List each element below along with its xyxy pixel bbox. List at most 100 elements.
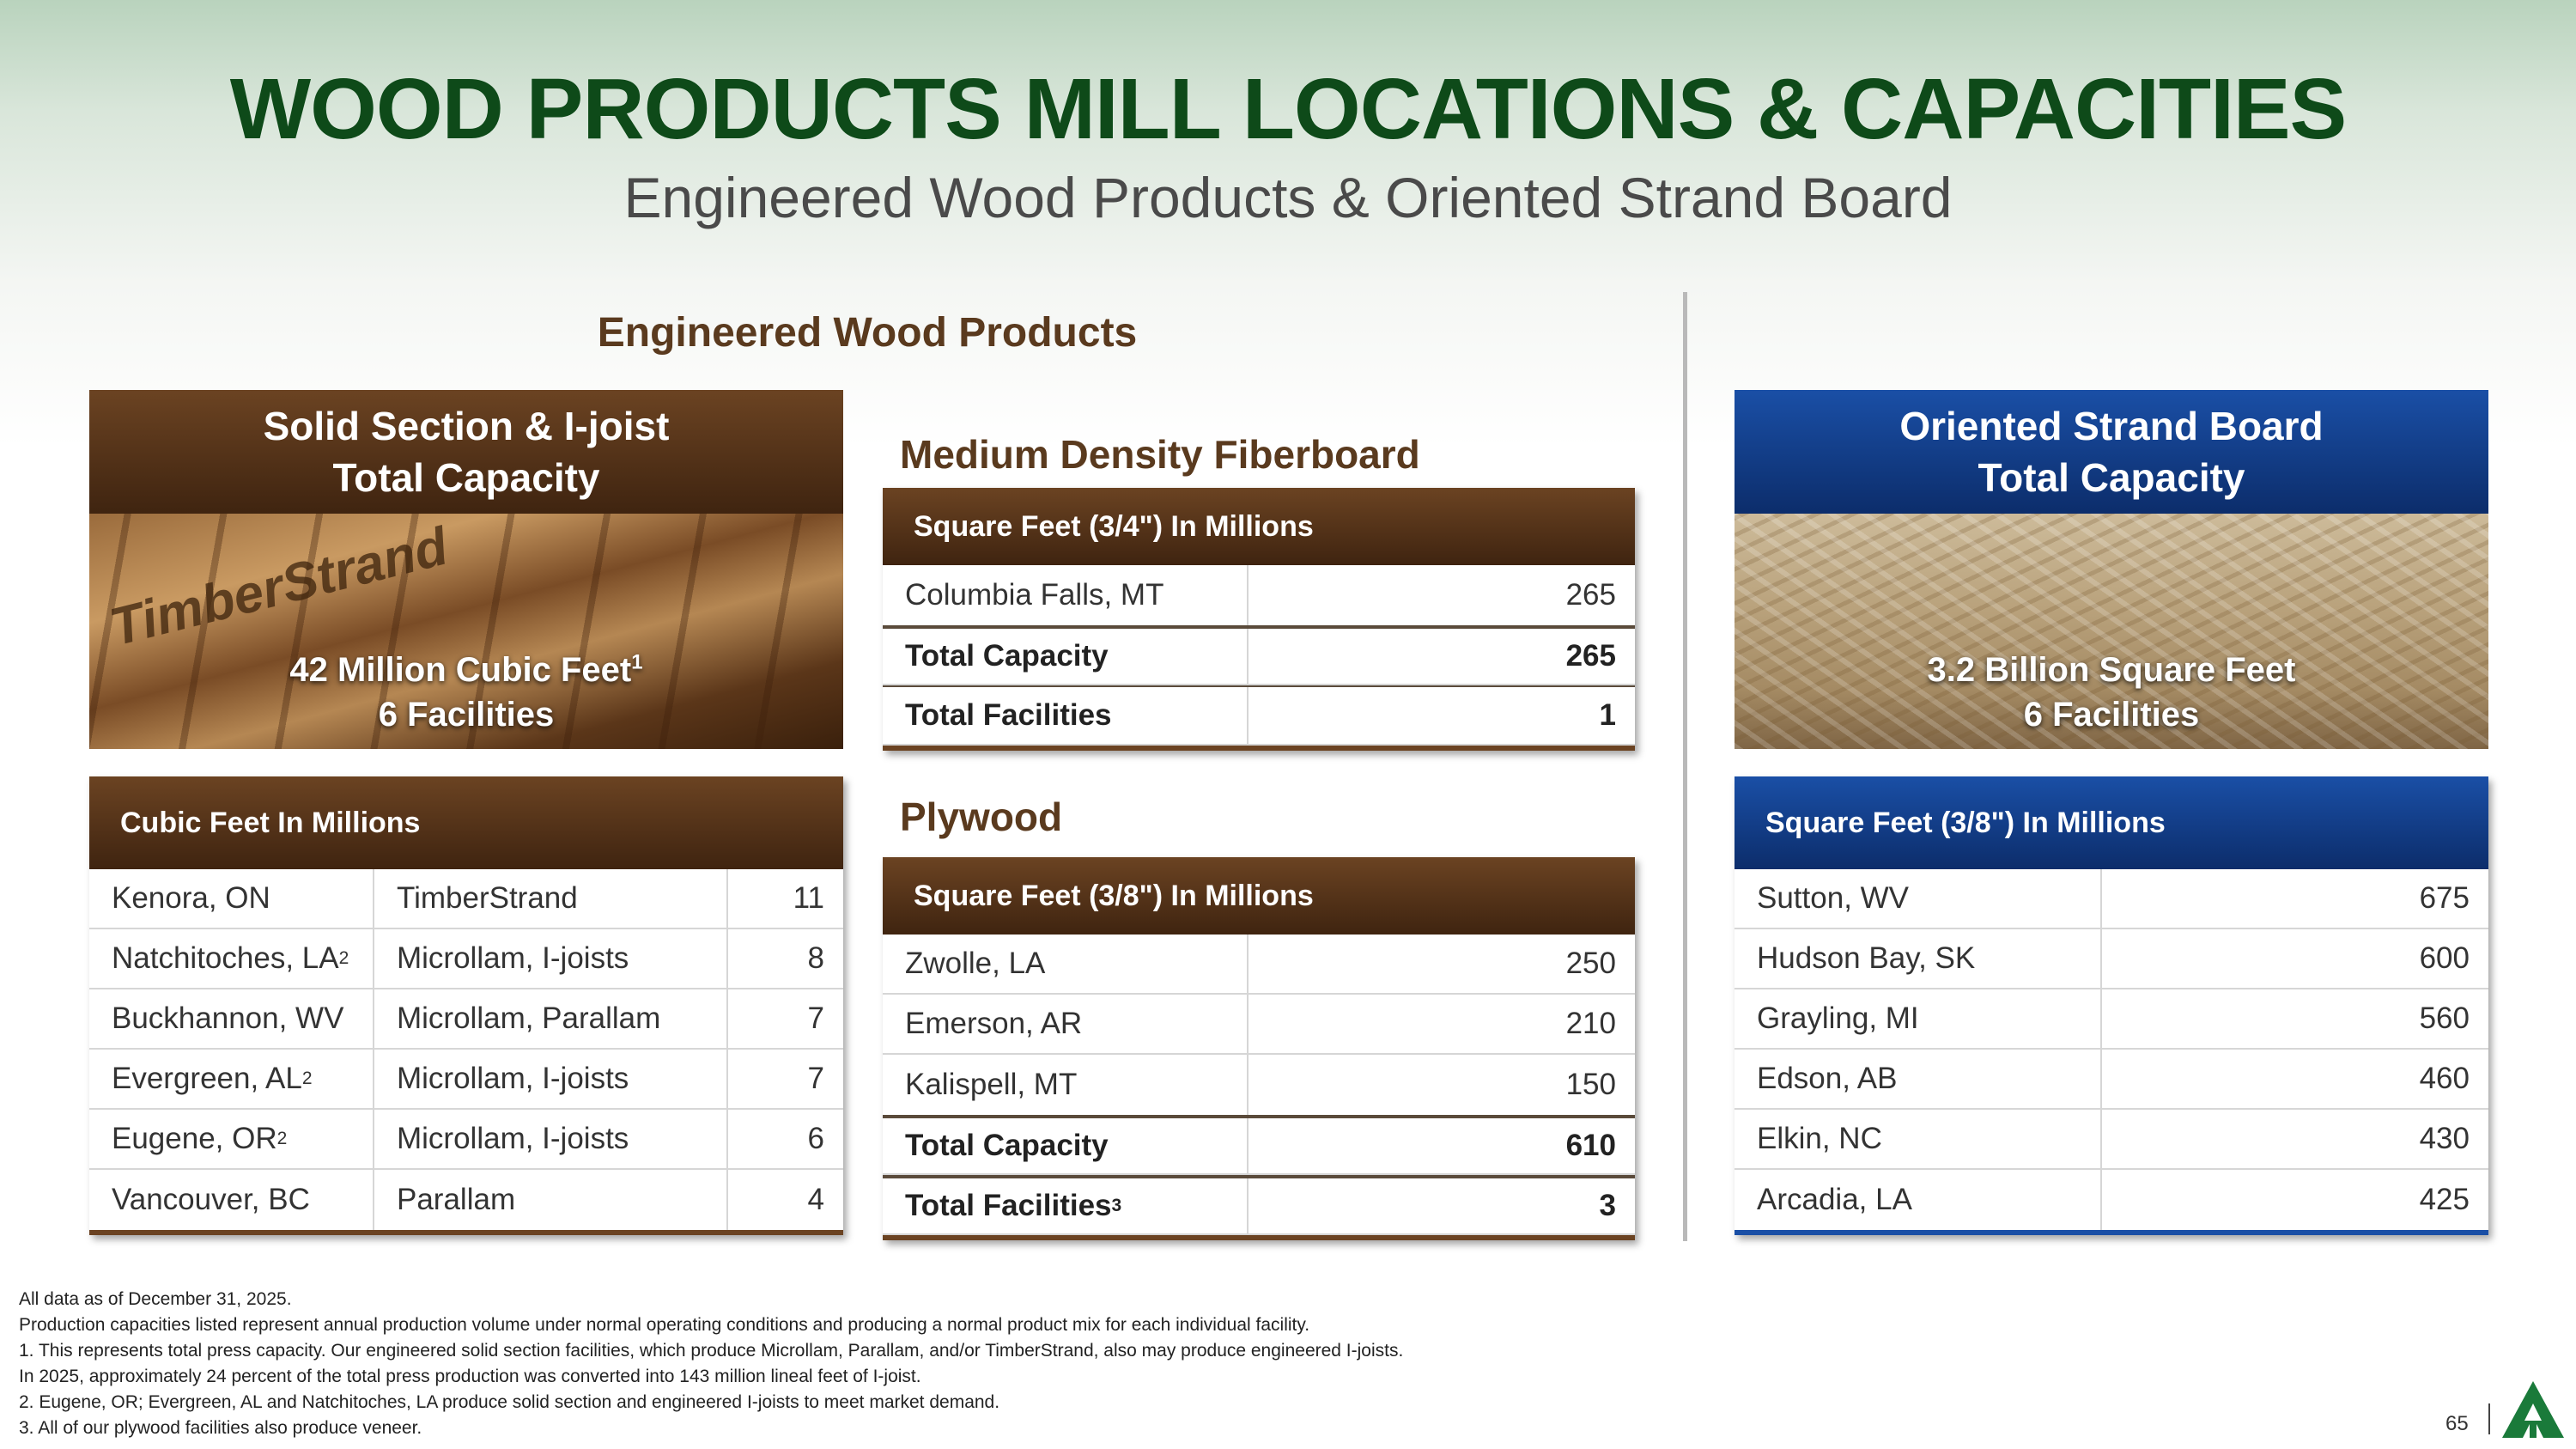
location-cell: Zwolle, LA [883,935,1249,993]
table-row: Buckhannon, WV Microllam, Parallam 7 [89,989,843,1050]
value-cell: 7 [807,1002,824,1035]
plywood-table-header: Square Feet (3/8") In Millions [883,857,1635,935]
value-cell: 265 [1565,578,1616,612]
value-cell: 600 [2419,941,2470,975]
table-row-total-capacity: Total Capacity 265 [883,625,1635,685]
table-row: Arcadia, LA 425 [1735,1170,2488,1230]
table-row-total-facilities: Total Facilities 3 3 [883,1175,1635,1235]
total-capacity-label: Total Capacity [883,1118,1249,1173]
footnote-line: 2. Eugene, OR; Evergreen, AL and Natchit… [19,1392,1000,1412]
product-cell: Microllam, Parallam [374,989,728,1048]
total-capacity-label: Total Capacity [883,629,1249,684]
table-row: Elkin, NC 430 [1735,1110,2488,1170]
ewp-hero-stat-2: 6 Facilities [378,696,555,734]
value-cell: 11 [793,881,824,915]
product-cell: Parallam [374,1170,728,1230]
table-row: Natchitoches, LA 2 Microllam, I-joists 8 [89,929,843,989]
location-text: Evergreen, AL [112,1062,302,1095]
mdf-table-header: Square Feet (3/4") In Millions [883,488,1635,565]
total-capacity-value: 265 [1565,639,1616,673]
value-cell: 460 [2419,1062,2470,1095]
page-number: 65 [2445,1412,2469,1435]
osb-hero-stat-2: 6 Facilities [2023,696,2200,734]
footnotes: All data as of December 31, 2025. Produc… [19,1287,1403,1441]
ewp-hero-header: Solid Section & I-joist Total Capacity [89,390,843,514]
table-row: Edson, AB 460 [1735,1050,2488,1110]
table-footer-bar [1735,1230,2488,1235]
total-facilities-label: Total Facilities 3 [883,1178,1249,1233]
osb-hero-header: Oriented Strand Board Total Capacity [1735,390,2488,514]
osb-capacity-table: Square Feet (3/8") In Millions Sutton, W… [1735,776,2488,1235]
table-row: Zwolle, LA 250 [883,935,1635,995]
table-row: Sutton, WV 675 [1735,869,2488,929]
table-footer-bar [883,1235,1635,1240]
location-text: Buckhannon, WV [112,1002,344,1035]
section-divider [1683,292,1687,1241]
product-cell: TimberStrand [374,869,728,928]
location-cell: Evergreen, AL 2 [89,1050,374,1108]
table-footer-bar [883,746,1635,751]
location-text: Natchitoches, LA [112,941,339,975]
footnote-line: All data as of December 31, 2025. [19,1289,292,1309]
table-footer-bar [89,1230,843,1235]
location-cell: Columbia Falls, MT [883,565,1249,625]
total-facilities-value: 1 [1599,698,1616,732]
value-cell: 150 [1565,1068,1616,1101]
table-row-total-facilities: Total Facilities 1 [883,685,1635,746]
footnote-ref: 1 [631,650,643,674]
ewp-section-title: Engineered Wood Products [597,310,1138,356]
location-cell: Kalispell, MT [883,1055,1249,1115]
location-text: Vancouver, BC [112,1183,310,1216]
table-row-total-capacity: Total Capacity 610 [883,1115,1635,1175]
ewp-capacity-table: Cubic Feet In Millions Kenora, ON TimberS… [89,776,843,1235]
footnote-line: 1. This represents total press capacity.… [19,1341,1404,1361]
value-cell: 250 [1565,947,1616,980]
footnote-line: In 2025, approximately 24 percent of the… [19,1367,921,1386]
table-row: Hudson Bay, SK 600 [1735,929,2488,989]
plywood-capacity-table: Square Feet (3/8") In Millions Zwolle, L… [883,857,1635,1240]
page-title: WOOD PRODUCTS MILL LOCATIONS & CAPACITIE… [229,61,2348,157]
product-cell: Microllam, I-joists [374,929,728,988]
location-cell: Grayling, MI [1735,989,2102,1048]
location-cell: Sutton, WV [1735,869,2102,928]
logo-divider [2488,1403,2490,1434]
location-cell: Elkin, NC [1735,1110,2102,1168]
value-cell: 425 [2419,1183,2470,1216]
location-cell: Natchitoches, LA 2 [89,929,374,988]
location-cell: Eugene, OR 2 [89,1110,374,1168]
value-cell: 560 [2419,1002,2470,1035]
mdf-capacity-table: Square Feet (3/4") In Millions Columbia … [883,488,1635,751]
value-cell: 7 [807,1062,824,1095]
product-cell: Microllam, I-joists [374,1050,728,1108]
value-cell: 210 [1565,1007,1616,1040]
location-cell: Kenora, ON [89,869,374,928]
table-row: Vancouver, BC Parallam 4 [89,1170,843,1230]
total-capacity-value: 610 [1565,1129,1616,1162]
value-cell: 430 [2419,1122,2470,1155]
value-cell: 4 [807,1183,824,1216]
table-row: Grayling, MI 560 [1735,989,2488,1050]
osb-hero-photo: 3.2 Billion Square Feet 6 Facilities [1735,514,2488,749]
ewp-table-header: Cubic Feet In Millions [89,776,843,869]
mdf-title: Medium Density Fiberboard [900,432,1420,477]
plywood-title: Plywood [900,795,1063,839]
timberstrand-photo-text: TimberStrand [104,516,454,658]
location-cell: Emerson, AR [883,995,1249,1053]
osb-hero-stat-1: 3.2 Billion Square Feet [1927,651,2296,689]
value-cell: 6 [807,1122,824,1155]
location-cell: Arcadia, LA [1735,1170,2102,1230]
table-row: Kenora, ON TimberStrand 11 [89,869,843,929]
total-facilities-label: Total Facilities [883,687,1249,744]
company-logo-icon [2500,1379,2566,1440]
osb-table-header: Square Feet (3/8") In Millions [1735,776,2488,869]
ewp-hero-title-1: Solid Section & I-joist [263,404,670,448]
ewp-hero-photo: TimberStrand 42 Million Cubic Feet1 6 Fa… [89,514,843,749]
location-text: Eugene, OR [112,1122,277,1155]
table-row: Emerson, AR 210 [883,995,1635,1055]
osb-hero-title-2: Total Capacity [1978,455,2245,500]
footnote-line: 3. All of our plywood facilities also pr… [19,1418,422,1438]
location-cell: Edson, AB [1735,1050,2102,1108]
location-cell: Hudson Bay, SK [1735,929,2102,988]
ewp-hero-title-2: Total Capacity [332,455,600,500]
total-facilities-value: 3 [1599,1189,1616,1222]
